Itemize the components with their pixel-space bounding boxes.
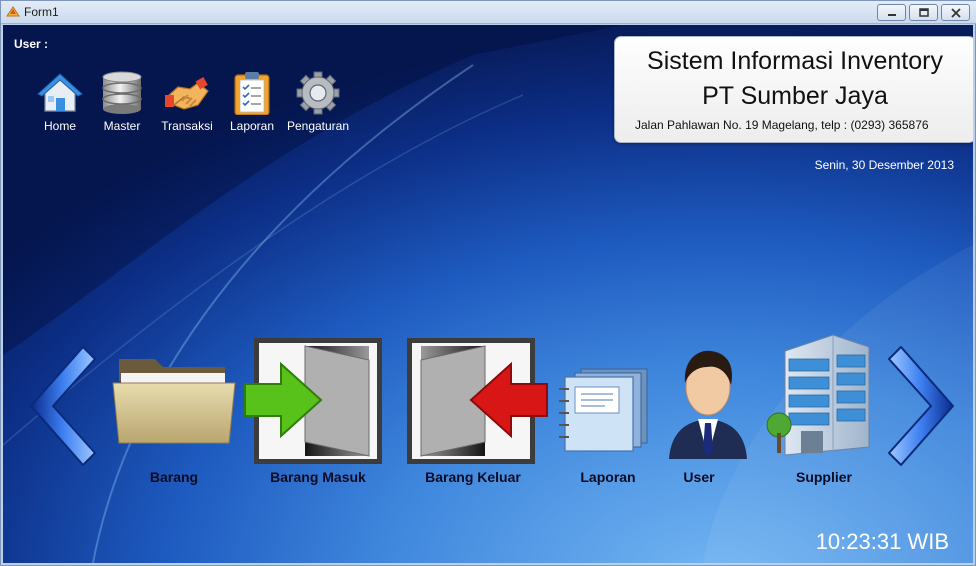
menu-home-label: Home xyxy=(43,119,76,133)
system-name: Sistem Informasi Inventory xyxy=(647,47,943,75)
menu-barang-keluar[interactable] xyxy=(407,336,549,466)
menu-pengaturan-label: Pengaturan xyxy=(286,119,350,133)
clipboard-icon xyxy=(234,72,270,115)
title-bar[interactable]: Form1 xyxy=(1,1,976,24)
menu-laporan-top-label: Laporan xyxy=(229,119,275,133)
menu-barang[interactable] xyxy=(111,351,237,447)
menu-barang-masuk-label: Barang Masuk xyxy=(270,469,366,485)
building-icon xyxy=(766,334,870,456)
close-icon xyxy=(951,8,961,18)
gear-icon xyxy=(296,71,340,115)
minimize-button[interactable] xyxy=(877,4,906,21)
java-app-icon xyxy=(6,6,20,17)
menu-transaksi-label: Transaksi xyxy=(161,119,213,133)
clock-display: 10:23:31 WIB xyxy=(815,529,949,554)
minimize-icon xyxy=(888,14,896,16)
next-arrow-icon[interactable] xyxy=(883,343,959,469)
database-icon xyxy=(102,71,142,114)
previous-arrow-icon[interactable] xyxy=(25,343,101,469)
main-panel: User : Home Master Transaksi Laporan Pen… xyxy=(3,25,973,563)
menu-home[interactable]: Home xyxy=(37,71,83,141)
maximize-icon xyxy=(919,8,929,17)
menu-transaksi[interactable]: Transaksi xyxy=(158,71,216,141)
company-info-box: Sistem Informasi Inventory PT Sumber Jay… xyxy=(614,36,973,143)
company-name: PT Sumber Jaya xyxy=(702,82,888,110)
user-icon xyxy=(669,350,747,459)
menu-master-label: Master xyxy=(103,119,141,133)
door-out-icon xyxy=(407,338,548,464)
menu-pengaturan[interactable]: Pengaturan xyxy=(283,71,353,141)
door-in-icon xyxy=(244,338,382,464)
menu-laporan-label: Laporan xyxy=(580,469,636,485)
menu-laporan[interactable] xyxy=(555,361,655,453)
menu-supplier[interactable] xyxy=(765,333,873,457)
maximize-button[interactable] xyxy=(909,4,938,21)
menu-user-label: User xyxy=(683,469,715,485)
folder-icon xyxy=(112,359,236,444)
user-label: User : xyxy=(14,37,49,51)
menu-barang-masuk[interactable] xyxy=(243,336,383,466)
menu-barang-label: Barang xyxy=(149,469,199,485)
home-icon xyxy=(37,73,83,112)
window-title: Form1 xyxy=(24,5,59,19)
menu-user[interactable] xyxy=(665,347,751,459)
close-button[interactable] xyxy=(941,4,970,21)
current-date: Senin, 30 Desember 2013 xyxy=(814,158,954,172)
handshake-icon xyxy=(165,77,209,110)
menu-supplier-label: Supplier xyxy=(795,469,852,485)
app-window: Form1 User : Home Master Transaksi Lapor… xyxy=(0,0,976,566)
menu-barang-keluar-label: Barang Keluar xyxy=(425,469,521,485)
notebook-icon xyxy=(559,368,648,452)
menu-master[interactable]: Master xyxy=(99,71,145,141)
company-address: Jalan Pahlawan No. 19 Magelang, telp : (… xyxy=(635,118,929,132)
menu-laporan-top[interactable]: Laporan xyxy=(229,71,275,141)
